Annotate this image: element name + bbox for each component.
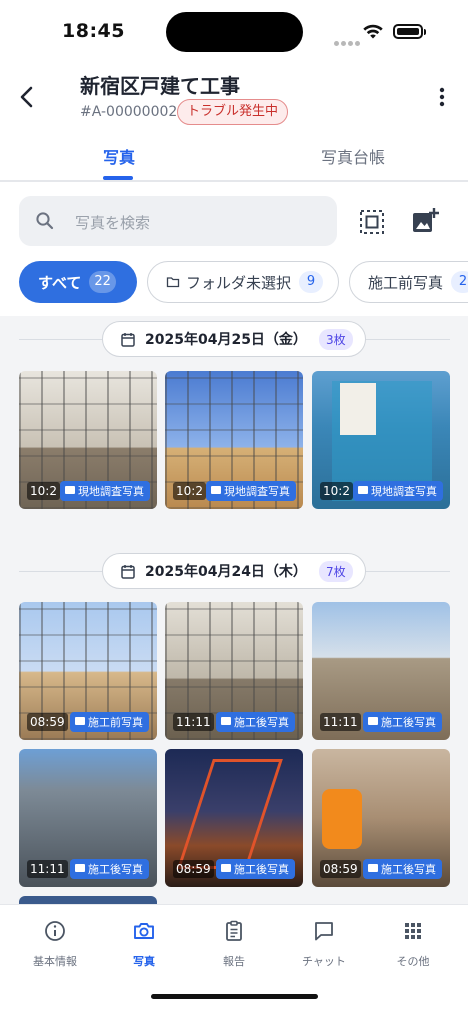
calendar-icon [121, 564, 135, 579]
trouble-status-badge: トラブル発生中 [177, 99, 289, 125]
more-vertical-icon[interactable] [432, 86, 452, 108]
photo-folder-tag: 施工前写真 [70, 712, 149, 732]
battery-icon [393, 24, 426, 39]
nav-chat[interactable]: チャット [289, 919, 359, 969]
photo-folder-tag: 施工後写真 [216, 859, 295, 879]
search-placeholder: 写真を検索 [75, 214, 151, 232]
cellular-signal-icon [334, 31, 362, 50]
project-title: 新宿区戸建て工事 [80, 74, 240, 98]
tab-photo-ledger[interactable]: 写真台帳 [321, 144, 385, 168]
date-header: 2025年04月25日（金） 3枚 [102, 321, 366, 357]
date-header: 2025年04月24日（木） 7枚 [102, 553, 366, 589]
camera-icon [134, 923, 154, 939]
photo-thumbnail[interactable]: 11:11 施工後写真 [165, 602, 303, 740]
status-bar: 18:45 [0, 0, 468, 62]
project-code: #A-00000002 [80, 104, 178, 120]
back-arrow-icon[interactable] [14, 84, 40, 110]
nav-label: 写真 [133, 955, 155, 968]
photo-thumbnail-partial[interactable] [19, 896, 157, 904]
photo-thumbnail[interactable]: 08:59 施工前写真 [19, 602, 157, 740]
nav-label: 基本情報 [33, 955, 77, 968]
photo-time: 10:2 [320, 482, 353, 500]
nav-label: 報告 [223, 955, 245, 968]
folder-outline-icon [166, 277, 180, 288]
photo-time: 08:59 [27, 713, 68, 731]
chat-icon [315, 922, 333, 941]
filter-chip-label: フォルダ未選択 [186, 273, 292, 292]
photo-time: 11:11 [320, 713, 361, 731]
photo-thumbnail[interactable]: 11:11 施工後写真 [19, 749, 157, 887]
photo-folder-tag: 施工後写真 [363, 859, 442, 879]
dynamic-island [166, 12, 303, 52]
filter-chip-count: 22 [89, 271, 116, 293]
date-label: 2025年04月25日（金） [145, 332, 307, 348]
photo-time: 08:59 [320, 860, 361, 878]
search-icon [36, 212, 54, 230]
filter-chip-label: 施工前写真 [368, 273, 444, 292]
photo-thumbnail[interactable]: 08:59 施工後写真 [165, 749, 303, 887]
photo-folder-tag: 施工後写真 [216, 712, 295, 732]
photo-time: 10:2 [27, 482, 60, 500]
status-time: 18:45 [62, 20, 125, 42]
nav-reports[interactable]: 報告 [199, 919, 269, 969]
photo-folder-tag: 現地調査写真 [353, 481, 443, 501]
photo-folder-tag: 施工後写真 [363, 712, 442, 732]
nav-basic-info[interactable]: 基本情報 [20, 919, 90, 969]
filter-chip-before-work[interactable]: 施工前写真 2 [349, 261, 468, 303]
photo-thumbnail[interactable]: 10:2 現地調査写真 [312, 371, 450, 509]
photo-thumbnail[interactable]: 11:11 施工後写真 [312, 602, 450, 740]
clipboard-icon [226, 920, 242, 941]
calendar-icon [121, 332, 135, 347]
filter-chip-label: すべて [38, 273, 82, 292]
photo-time: 11:11 [173, 713, 214, 731]
photo-folder-tag: 現地調査写真 [60, 481, 150, 501]
info-icon [45, 921, 65, 941]
date-label: 2025年04月24日（木） [145, 564, 307, 580]
nav-label: その他 [396, 955, 430, 968]
photo-time: 11:11 [27, 860, 68, 878]
tab-photos[interactable]: 写真 [103, 144, 135, 168]
photo-thumbnail[interactable]: 10:2 現地調査写真 [165, 371, 303, 509]
nav-label: チャット [302, 955, 346, 968]
filter-chip-count: 9 [299, 271, 324, 293]
photo-count-badge: 7枚 [318, 560, 353, 582]
nav-more[interactable]: その他 [378, 919, 448, 969]
select-mode-icon[interactable] [358, 208, 386, 236]
search-input[interactable]: 写真を検索 [19, 196, 337, 246]
nav-photos[interactable]: 写真 [109, 919, 179, 969]
grid-icon [405, 923, 421, 939]
photo-time: 10:2 [173, 482, 206, 500]
filter-chip-count: 2 [451, 271, 468, 293]
home-indicator [151, 994, 318, 999]
add-photo-icon[interactable] [410, 206, 440, 236]
photo-thumbnail[interactable]: 08:59 施工後写真 [312, 749, 450, 887]
photo-folder-tag: 現地調査写真 [206, 481, 296, 501]
photo-time: 08:59 [173, 860, 214, 878]
filter-chip-all[interactable]: すべて 22 [19, 261, 137, 303]
wifi-icon [363, 24, 383, 39]
photo-thumbnail[interactable]: 10:2 現地調査写真 [19, 371, 157, 509]
photo-folder-tag: 施工後写真 [70, 859, 149, 879]
tab-divider [0, 180, 468, 182]
filter-chip-no-folder[interactable]: フォルダ未選択 9 [147, 261, 339, 303]
photo-count-badge: 3枚 [318, 328, 353, 350]
